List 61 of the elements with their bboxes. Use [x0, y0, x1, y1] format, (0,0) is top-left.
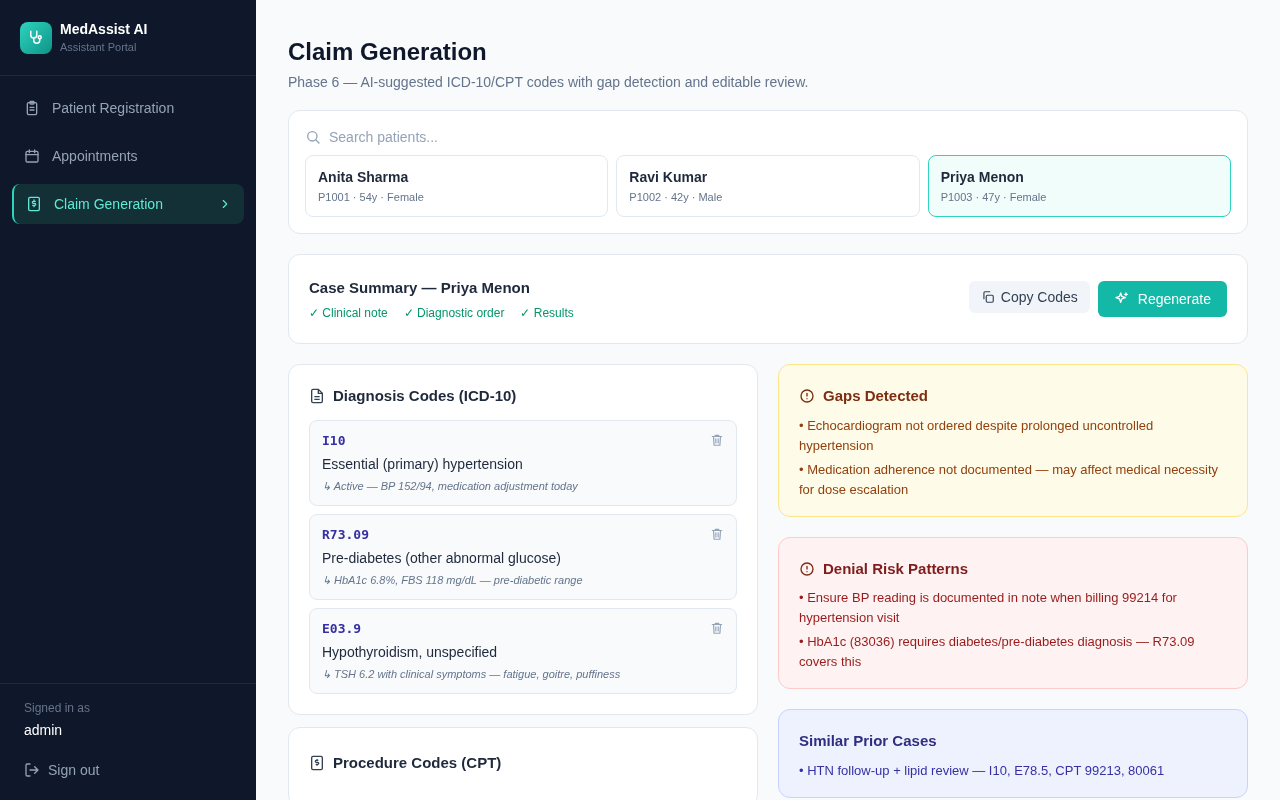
nav-item[interactable]: Claim Generation [12, 184, 244, 224]
copy-codes-button[interactable]: Copy Codes [968, 281, 1090, 313]
sign-out-button[interactable]: Sign out [24, 756, 232, 784]
copy-icon [980, 290, 995, 304]
trash-icon [710, 526, 724, 541]
panel-item: • Echocardiogram not ordered despite prolonged uncontrolled hypertension [799, 416, 1155, 455]
panel-item: • HbA1c (83036) requires diabetes/pre-diabetes diagnosis — R73.09 covers this [799, 633, 1196, 671]
nav-item[interactable]: Appointments [12, 136, 244, 176]
delete-button[interactable] [710, 620, 724, 635]
search-icon [305, 129, 321, 145]
receipt-icon [309, 754, 325, 771]
code-description: Pre-diabetes (other abnormal glucose) [322, 549, 562, 568]
page-title: Claim Generation [288, 37, 488, 67]
document-check: ✓ Results [520, 305, 574, 322]
panel-title: Similar Prior Cases [799, 731, 937, 751]
patient-name: Ravi Kumar [629, 167, 709, 187]
signed-in-caption: Signed in as [24, 700, 92, 716]
delete-button[interactable] [710, 526, 724, 541]
trash-icon [710, 620, 724, 635]
receipt-icon [26, 196, 42, 212]
icd-code: E03.9 [322, 619, 362, 638]
sign-out-icon [24, 762, 40, 778]
alert-icon [799, 388, 815, 405]
alert-icon [799, 560, 815, 577]
document-check: ✓ Clinical note [309, 305, 388, 322]
panel-title: Gaps Detected [823, 386, 929, 406]
document-icon [309, 388, 325, 405]
trash-icon [710, 432, 724, 447]
icd-code: R73.09 [322, 525, 369, 544]
icd-code: I10 [322, 431, 346, 450]
panel-item: • Medication adherence not documented — may affect medical necessity for dose escalation [799, 460, 1220, 499]
code-note: ↳ HbA1c 6.8%, FBS 118 mg/dL — pre-diabetic range [322, 573, 584, 588]
page-subtitle: Phase 6 — AI-suggested ICD-10/CPT codes with gap detection and editable review. [288, 73, 810, 92]
patient-name: Priya Menon [940, 167, 1025, 187]
panel-item: • Ensure BP reading is documented in note when billing 99214 for hypertension visit [799, 589, 1178, 627]
calendar-icon [24, 148, 40, 164]
logo-icon [20, 21, 52, 54]
patient-card[interactable]: Ravi Kumar P1002 · 42y · Male [616, 155, 920, 217]
search-field[interactable]: Search patients... [329, 127, 1231, 147]
panel-title: Denial Risk Patterns [823, 558, 969, 579]
patient-details: P1002 · 42y · Male [629, 189, 724, 205]
nav-item[interactable]: Patient Registration [12, 88, 244, 128]
app-subtitle: Assistant Portal [60, 40, 138, 56]
patient-card[interactable]: Priya Menon P1003 · 47y · Female [927, 155, 1231, 217]
patient-details: P1001 · 54y · Female [318, 189, 425, 205]
code-note: ↳ TSH 6.2 with clinical symptoms — fatigue, goitre, puffiness [322, 667, 622, 682]
patient-name: Anita Sharma [318, 167, 410, 187]
diagnosis-title: Diagnosis Codes (ICD-10) [333, 386, 517, 406]
case-summary-title: Case Summary — Priya Menon [309, 277, 531, 298]
clipboard-icon [24, 100, 40, 116]
panel-item: • HTN follow-up + lipid review — I10, E78.5, CPT 99213, 80061 [799, 761, 1166, 780]
user-name: admin [24, 721, 64, 740]
code-description: Essential (primary) hypertension [322, 455, 524, 474]
document-check: ✓ Diagnostic order [403, 305, 505, 322]
patient-card[interactable]: Anita Sharma P1001 · 54y · Female [305, 155, 609, 217]
code-description: Hypothyroidism, unspecified [322, 643, 499, 662]
app-name: MedAssist AI [60, 20, 148, 40]
code-note: ↳ Active — BP 152/94, medication adjustment today [322, 479, 579, 494]
delete-button[interactable] [710, 432, 724, 447]
procedure-title: Procedure Codes (CPT) [333, 752, 502, 773]
patient-details: P1003 · 47y · Female [940, 189, 1048, 205]
